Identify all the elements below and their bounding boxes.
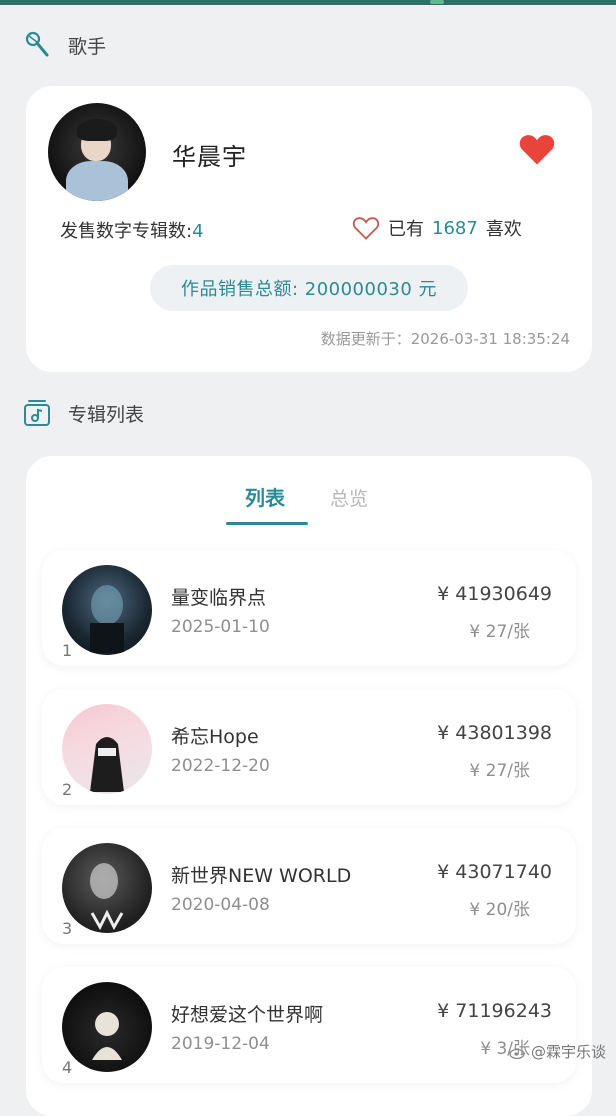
albums-count-label: 发售数字专辑数: — [60, 221, 192, 242]
status-indicator — [430, 0, 444, 4]
album-sales-total: ¥ 43071740 — [437, 861, 552, 883]
tab-overview[interactable]: 总览 — [330, 484, 368, 511]
tab-list[interactable]: 列表 — [245, 482, 285, 511]
album-sales-total: ¥ 41930649 — [437, 583, 552, 605]
singer-section-header: 歌手 — [22, 30, 106, 60]
heart-filled-icon[interactable] — [518, 132, 556, 166]
album-row[interactable]: 2 希忘Hope 2022-12-20 ¥ 43801398 ¥ 27/张 — [42, 689, 576, 805]
heart-outline-icon[interactable] — [352, 215, 380, 241]
album-row[interactable]: 1 量变临界点 2025-01-10 ¥ 41930649 ¥ 27/张 — [42, 550, 576, 666]
status-bar — [0, 0, 616, 5]
album-cover — [62, 843, 152, 933]
album-unit-price: ¥ 20/张 — [469, 895, 530, 920]
weibo-icon — [509, 1045, 527, 1059]
active-tab-indicator — [226, 522, 308, 525]
watermark: @霖宇乐谈 — [509, 1041, 606, 1062]
album-row[interactable]: 4 好想爱这个世界啊 2019-12-04 ¥ 71196243 ¥ 3/张 — [42, 967, 576, 1083]
likes-stat: 已有 1687 喜欢 — [352, 215, 522, 241]
albums-count-value: 4 — [192, 221, 203, 242]
album-index: 4 — [62, 1058, 72, 1077]
likes-count: 1687 — [432, 218, 478, 239]
album-unit-price: ¥ 27/张 — [469, 617, 530, 642]
music-folder-icon — [22, 398, 52, 428]
microphone-icon — [22, 30, 52, 60]
album-sales-total: ¥ 43801398 — [437, 722, 552, 744]
album-title: 新世界NEW WORLD — [171, 861, 351, 888]
album-index: 2 — [62, 780, 72, 799]
updated-timestamp: 数据更新于：2026-03-31 18:35:24 — [321, 328, 570, 349]
album-date: 2019-12-04 — [171, 1034, 270, 1054]
sales-total-badge: 作品销售总额: 200000030 元 — [150, 265, 468, 311]
album-sales-total: ¥ 71196243 — [437, 1000, 552, 1022]
album-title: 希忘Hope — [171, 722, 259, 749]
album-cover — [62, 704, 152, 794]
album-cover — [62, 982, 152, 1072]
album-title: 好想爱这个世界啊 — [171, 1000, 323, 1027]
likes-prefix: 已有 — [388, 215, 424, 241]
album-section-label: 专辑列表 — [68, 400, 144, 427]
album-date: 2022-12-20 — [171, 756, 270, 776]
album-section-header: 专辑列表 — [22, 398, 144, 428]
likes-suffix: 喜欢 — [486, 215, 522, 241]
album-date: 2020-04-08 — [171, 895, 270, 915]
album-unit-price: ¥ 27/张 — [469, 756, 530, 781]
album-index: 3 — [62, 919, 72, 938]
album-cover — [62, 565, 152, 655]
watermark-text: @霖宇乐谈 — [531, 1041, 606, 1062]
album-date: 2025-01-10 — [171, 617, 270, 637]
avatar-hair — [77, 119, 117, 141]
singer-avatar[interactable] — [48, 103, 146, 201]
singer-name: 华晨宇 — [172, 137, 247, 172]
album-index: 1 — [62, 641, 72, 660]
album-title: 量变临界点 — [171, 583, 266, 610]
avatar-body — [66, 161, 128, 201]
album-row[interactable]: 3 新世界NEW WORLD 2020-04-08 ¥ 43071740 ¥ 2… — [42, 828, 576, 944]
singer-section-label: 歌手 — [68, 32, 106, 59]
albums-count-stat: 发售数字专辑数:4 — [60, 217, 204, 243]
